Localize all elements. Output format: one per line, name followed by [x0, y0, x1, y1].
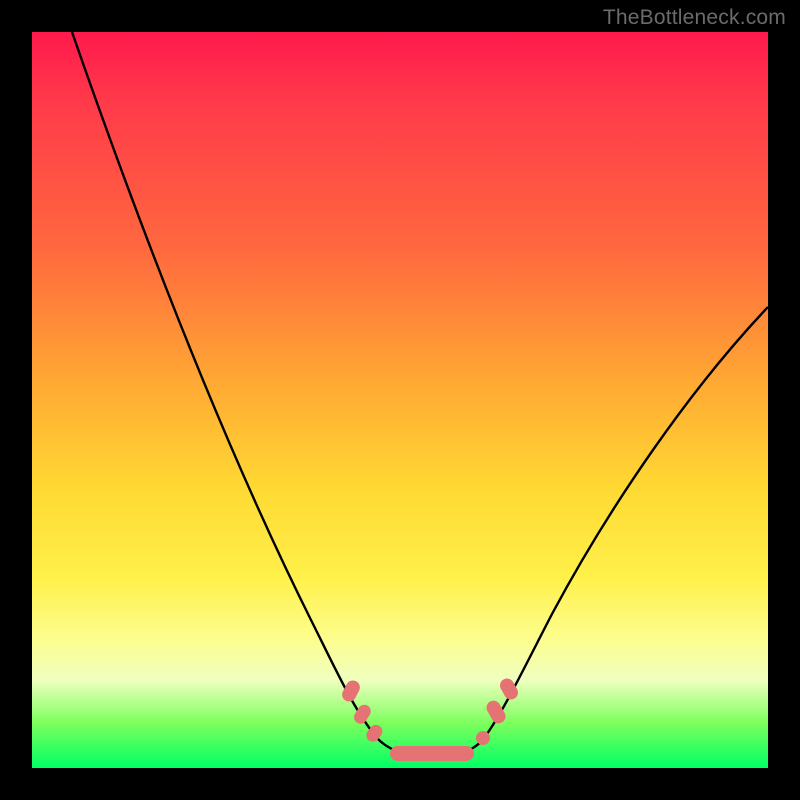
- plot-area: [32, 32, 768, 768]
- marker-right-dot: [476, 731, 490, 745]
- watermark-text: TheBottleneck.com: [603, 6, 786, 30]
- marker-trough-bar: [390, 746, 474, 761]
- marker-right-knee-lower: [484, 698, 508, 726]
- bottleneck-curve: [72, 32, 768, 756]
- curve-markers: [340, 676, 521, 761]
- curve-layer: [32, 32, 768, 768]
- chart-frame: TheBottleneck.com: [0, 0, 800, 800]
